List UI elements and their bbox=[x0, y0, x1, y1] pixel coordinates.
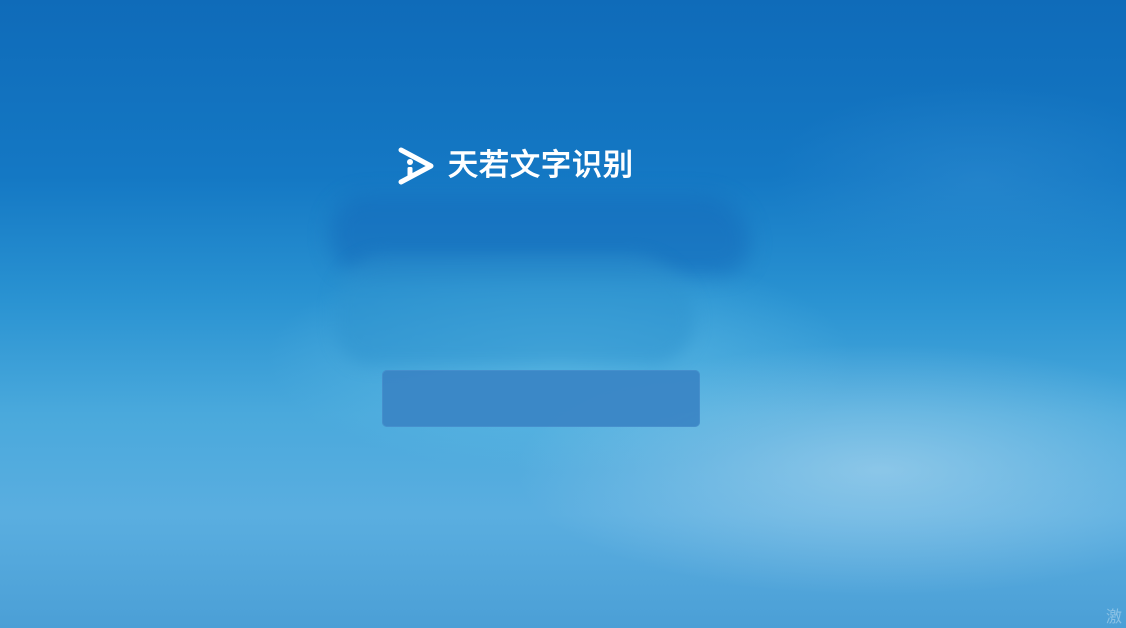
splash-screen: 天若文字识别 激 bbox=[0, 0, 1126, 628]
app-brand: 天若文字识别 bbox=[395, 144, 634, 188]
corner-watermark: 激 bbox=[1105, 607, 1122, 626]
start-button[interactable] bbox=[382, 370, 700, 427]
play-i-logo-icon bbox=[398, 147, 434, 185]
app-title: 天若文字识别 bbox=[448, 148, 634, 183]
background-cloud bbox=[335, 255, 695, 365]
